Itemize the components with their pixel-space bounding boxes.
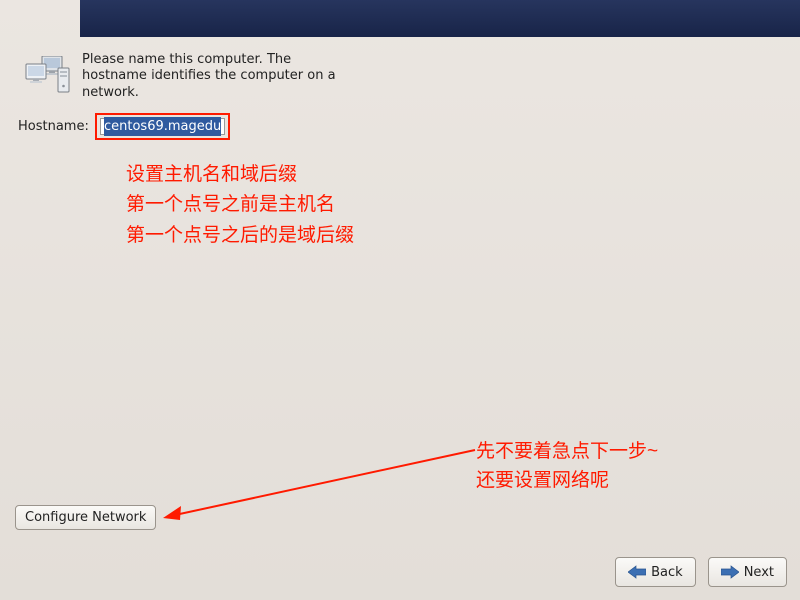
annotation-hostname: 设置主机名和域后缀 第一个点号之前是主机名 第一个点号之后的是域后缀	[126, 160, 354, 251]
annotation-line: 设置主机名和域后缀	[126, 160, 354, 190]
network-computers-icon	[24, 56, 72, 96]
hostname-highlight-box: centos69.magedu	[95, 113, 230, 140]
instruction-text: Please name this computer. The hostname …	[82, 52, 342, 101]
annotation-arrow	[155, 445, 485, 525]
top-banner	[80, 0, 800, 37]
arrow-right-icon	[721, 565, 739, 579]
button-label: Back	[651, 565, 683, 580]
hostname-row: Hostname: centos69.magedu	[18, 113, 230, 140]
button-label: Configure Network	[25, 510, 146, 525]
nav-bar: Back Next	[615, 557, 787, 587]
arrow-left-icon	[628, 565, 646, 579]
button-label: Next	[744, 565, 774, 580]
annotation-line: 先不要着急点下一步~	[476, 438, 658, 467]
configure-network-button[interactable]: Configure Network	[15, 505, 156, 530]
annotation-line: 第一个点号之前是主机名	[126, 190, 354, 220]
back-button[interactable]: Back	[615, 557, 696, 587]
hostname-input[interactable]: centos69.magedu	[100, 118, 225, 135]
next-button[interactable]: Next	[708, 557, 787, 587]
annotation-line: 还要设置网络呢	[476, 467, 658, 496]
annotation-line: 第一个点号之后的是域后缀	[126, 221, 354, 251]
annotation-next: 先不要着急点下一步~ 还要设置网络呢	[476, 438, 658, 495]
hostname-label: Hostname:	[18, 119, 89, 134]
